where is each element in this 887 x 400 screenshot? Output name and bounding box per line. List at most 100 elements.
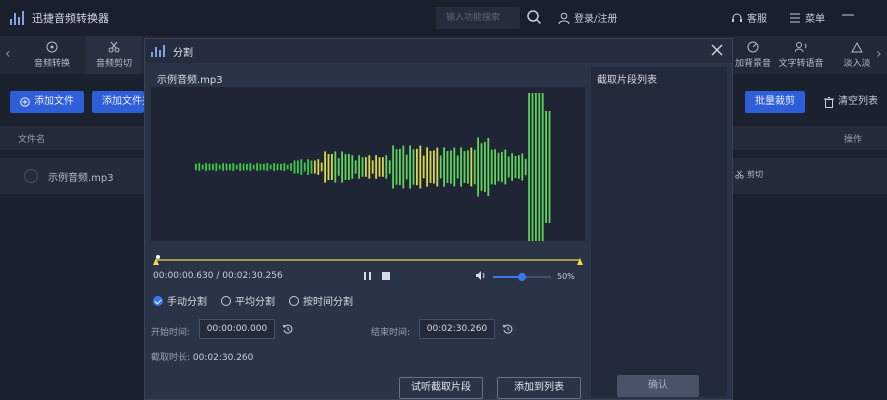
app-logo-icon bbox=[10, 11, 24, 25]
service-button[interactable]: 客服 bbox=[731, 10, 767, 25]
waveform-bar bbox=[280, 163, 282, 171]
waveform-bar bbox=[453, 147, 456, 187]
menu-button[interactable]: 菜单 bbox=[789, 10, 825, 25]
tool-text-to-speech[interactable]: 文字转语音 bbox=[775, 36, 827, 74]
waveform-bar bbox=[256, 163, 258, 171]
waveform-bar bbox=[334, 151, 337, 183]
waveform-bar bbox=[422, 155, 425, 179]
waveform-bar bbox=[290, 163, 292, 171]
add-file-button[interactable]: 添加文件 bbox=[10, 91, 84, 113]
login-button[interactable]: 登录/注册 bbox=[558, 10, 617, 25]
tool-background-music[interactable]: 加背景音 bbox=[733, 36, 773, 74]
waveform-bar bbox=[433, 150, 435, 184]
waveform-bar bbox=[460, 147, 462, 187]
tool-label: 音频剪切 bbox=[95, 59, 132, 69]
volume-slider[interactable] bbox=[493, 273, 551, 281]
stop-button[interactable] bbox=[381, 271, 391, 284]
radio-checked-icon[interactable] bbox=[153, 295, 163, 306]
waveform-bar bbox=[521, 153, 524, 181]
tool-fade[interactable]: 淡入淡 bbox=[840, 36, 874, 74]
waveform-bar bbox=[446, 151, 449, 183]
waveform-bar bbox=[368, 155, 371, 179]
chevron-right-icon[interactable]: › bbox=[876, 46, 882, 62]
trim-start-handle[interactable] bbox=[153, 258, 159, 265]
end-time-input[interactable]: 00:02:30.260 bbox=[419, 319, 495, 339]
volume-knob[interactable] bbox=[518, 273, 526, 281]
waveform-bar bbox=[212, 163, 214, 171]
waveform-bar bbox=[548, 111, 551, 223]
fade-icon bbox=[851, 41, 863, 53]
waveform-bar bbox=[286, 164, 289, 170]
waveform-bar bbox=[450, 150, 452, 184]
radio-icon[interactable] bbox=[221, 295, 231, 306]
row-cut-button[interactable]: 剪切 bbox=[735, 169, 763, 180]
search-icon[interactable] bbox=[526, 9, 542, 25]
radio-icon[interactable] bbox=[289, 295, 299, 306]
trim-end-handle[interactable] bbox=[577, 258, 583, 265]
waveform-bar bbox=[263, 163, 265, 171]
preview-segment-button[interactable]: 试听截取片段 bbox=[399, 377, 483, 399]
playhead-marker[interactable] bbox=[156, 255, 160, 259]
waveform-bar bbox=[399, 148, 401, 186]
batch-cut-button[interactable]: 批量裁剪 bbox=[745, 91, 805, 113]
minimize-icon bbox=[842, 14, 854, 16]
add-to-list-button[interactable]: 添加到列表 bbox=[497, 377, 581, 399]
waveform-bar bbox=[293, 160, 296, 174]
waveform-bar bbox=[320, 162, 323, 172]
volume-icon[interactable] bbox=[475, 270, 487, 281]
mode-average[interactable]: 平均分割 bbox=[221, 293, 275, 308]
waveform-bar bbox=[195, 163, 197, 171]
search-input[interactable]: 输入功能搜索 bbox=[436, 7, 520, 29]
waveform-bar bbox=[385, 155, 388, 179]
minimize-button[interactable] bbox=[842, 14, 854, 16]
play-circle-icon[interactable] bbox=[24, 169, 38, 183]
background-music-icon bbox=[747, 41, 759, 53]
pause-button[interactable] bbox=[363, 271, 373, 284]
waveform-bar bbox=[331, 153, 333, 181]
mode-manual[interactable]: 手动分割 bbox=[153, 293, 207, 308]
app-title: 迅捷音频转换器 bbox=[32, 12, 109, 25]
reset-icon[interactable] bbox=[502, 323, 514, 335]
tool-label: 加背景音 bbox=[734, 59, 771, 69]
login-label: 登录/注册 bbox=[574, 14, 618, 25]
waveform-bar bbox=[249, 163, 252, 171]
trim-bar[interactable] bbox=[151, 253, 585, 267]
headset-icon bbox=[732, 13, 742, 22]
add-folder-button[interactable]: 添加文件夹 bbox=[92, 91, 144, 113]
total-time: 00:02:30.256 bbox=[222, 271, 283, 281]
waveform-bar bbox=[375, 155, 377, 179]
waveform-bar bbox=[419, 145, 422, 189]
start-time-input[interactable]: 00:00:00.000 bbox=[199, 319, 275, 339]
waveform-bar bbox=[395, 149, 398, 185]
waveform-bar bbox=[303, 162, 306, 172]
mode-by-time[interactable]: 按时间分割 bbox=[289, 293, 353, 308]
tool-audio-cut[interactable]: 音频剪切 bbox=[86, 36, 142, 74]
reset-icon[interactable] bbox=[282, 323, 294, 335]
tool-label: 文字转语音 bbox=[778, 59, 824, 69]
waveform-bar bbox=[361, 157, 364, 177]
dialog-header: 分割 bbox=[145, 39, 732, 63]
duration-label: 截取时长: bbox=[151, 353, 191, 363]
waveform-bar bbox=[490, 149, 493, 185]
waveform-bar bbox=[201, 164, 204, 170]
time-readout: 00:00:00.630 / 00:02:30.256 bbox=[153, 271, 283, 281]
chevron-left-icon[interactable]: ‹ bbox=[5, 46, 11, 62]
split-dialog: 分割 示例音频.mp3 00:00:00.630 / 00:02:30.256 bbox=[144, 38, 733, 400]
split-mode-group: 手动分割 平均分割 按时间分割 bbox=[153, 293, 353, 308]
waveform-bar bbox=[531, 93, 534, 241]
close-icon[interactable] bbox=[710, 43, 724, 57]
scissors-icon bbox=[108, 41, 120, 53]
waveform-bar bbox=[297, 160, 299, 174]
cut-duration: 截取时长: 00:02:30.260 bbox=[151, 350, 253, 363]
tool-audio-convert[interactable]: 音频转换 bbox=[28, 36, 76, 74]
clear-list-button[interactable]: 清空列表 bbox=[818, 91, 884, 113]
confirm-button[interactable]: 确认 bbox=[617, 375, 699, 397]
waveform-bar bbox=[511, 153, 513, 181]
waveform-bar bbox=[487, 137, 490, 197]
user-icon bbox=[558, 12, 570, 24]
waveform[interactable] bbox=[151, 87, 585, 241]
waveform-area[interactable] bbox=[151, 87, 585, 241]
waveform-bar bbox=[259, 163, 262, 171]
waveform-bar bbox=[541, 93, 544, 241]
waveform-bar bbox=[225, 163, 228, 171]
